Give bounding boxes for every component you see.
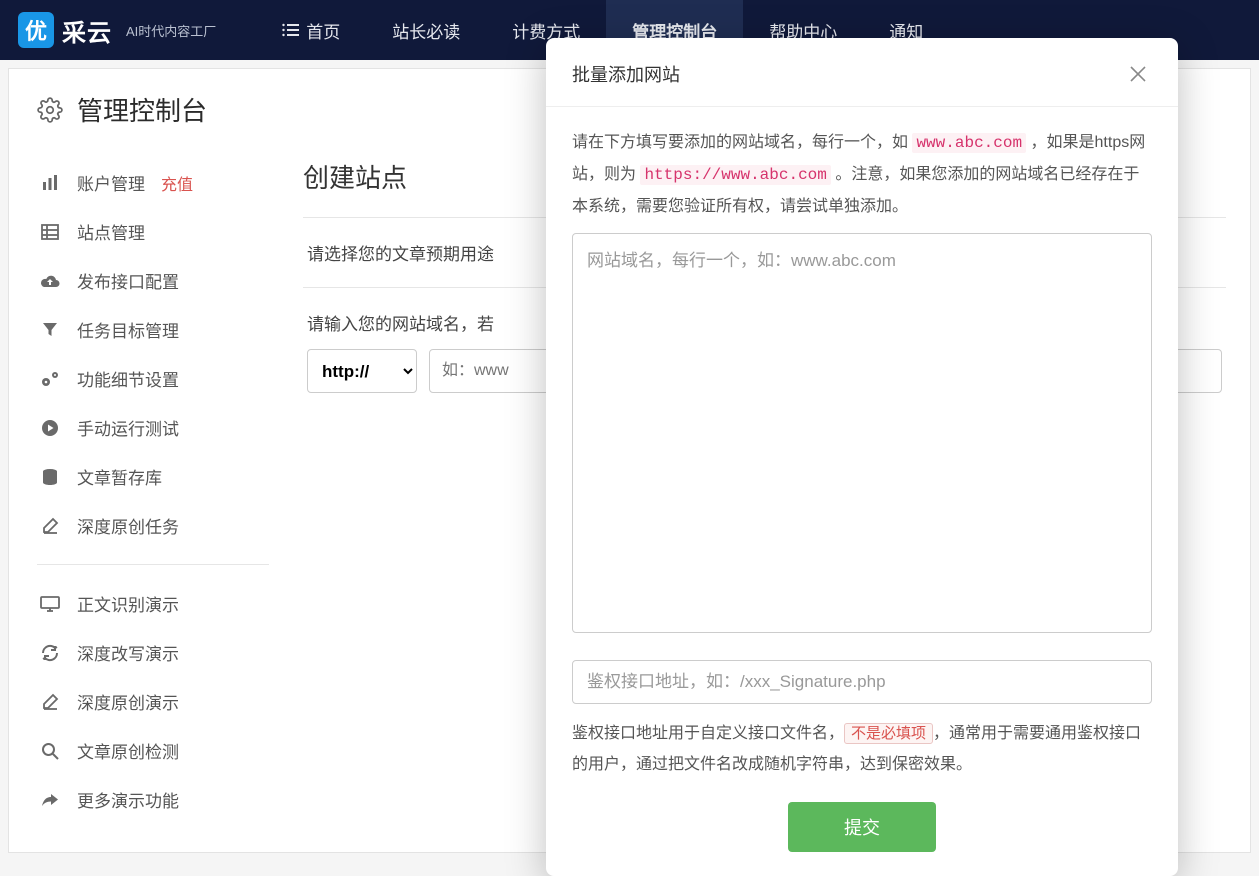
sidebar-item-article-store[interactable]: 文章暂存库	[33, 452, 273, 501]
sidebar-item-label: 正文识别演示	[77, 591, 179, 616]
sidebar-item-label: 发布接口配置	[77, 268, 179, 293]
refresh-icon	[39, 644, 61, 662]
modal-body: 请在下方填写要添加的网站域名，每行一个，如 www.abc.com ，如果是ht…	[546, 107, 1178, 876]
filter-icon	[39, 322, 61, 338]
modal-actions: 提交	[572, 802, 1152, 852]
protocol-select[interactable]: http://	[307, 349, 417, 393]
domains-textarea[interactable]	[572, 233, 1152, 633]
sidebar-item-label: 功能细节设置	[77, 366, 179, 391]
logo-text: 采云	[62, 13, 112, 48]
sidebar-item-more-demo[interactable]: 更多演示功能	[33, 775, 273, 824]
sidebar-item-body-detect-demo[interactable]: 正文识别演示	[33, 579, 273, 628]
sidebar-item-rewrite-demo[interactable]: 深度改写演示	[33, 628, 273, 677]
code-example-2: https://www.abc.com	[640, 165, 830, 185]
cogs-icon	[39, 370, 61, 388]
sidebar-item-original-demo[interactable]: 深度原创演示	[33, 677, 273, 726]
gear-icon	[37, 97, 63, 123]
nav-webmaster[interactable]: 站长必读	[366, 0, 486, 60]
close-icon[interactable]	[1124, 60, 1152, 88]
sidebar-item-label: 站点管理	[77, 219, 145, 244]
bar-chart-icon	[39, 174, 61, 192]
edit-icon	[39, 693, 61, 711]
modal-header: 批量添加网站	[546, 38, 1178, 107]
sidebar-item-manual-run[interactable]: 手动运行测试	[33, 403, 273, 452]
sidebar-item-plagiarism-check[interactable]: 文章原创检测	[33, 726, 273, 775]
sidebar-item-label: 文章原创检测	[77, 738, 179, 763]
modal-description: 请在下方填写要添加的网站域名，每行一个，如 www.abc.com ，如果是ht…	[572, 127, 1152, 223]
code-example-1: www.abc.com	[912, 133, 1026, 153]
sidebar-item-tasks[interactable]: 任务目标管理	[33, 305, 273, 354]
recharge-badge: 充值	[161, 171, 193, 195]
auth-help-note: 鉴权接口地址用于自定义接口文件名，不是必填项，通常用于需要通用鉴权接口的用户，通…	[572, 718, 1152, 780]
nav-label: 站长必读	[392, 18, 460, 43]
modal-title: 批量添加网站	[572, 61, 680, 87]
sidebar-item-account[interactable]: 账户管理 充值	[33, 158, 273, 207]
auth-url-input[interactable]	[572, 660, 1152, 704]
nav-home[interactable]: 首页	[256, 0, 366, 60]
play-circle-icon	[39, 419, 61, 437]
sidebar-item-label: 深度原创演示	[77, 689, 179, 714]
page-title: 管理控制台	[77, 91, 207, 128]
note-text: 鉴权接口地址用于自定义接口文件名，	[572, 725, 844, 742]
optional-badge: 不是必填项	[844, 723, 933, 744]
share-icon	[39, 792, 61, 808]
logo-subtitle: AI时代内容工厂	[126, 21, 216, 40]
nav-label: 首页	[306, 18, 340, 43]
submit-button[interactable]: 提交	[788, 802, 936, 852]
sidebar-item-deep-original-task[interactable]: 深度原创任务	[33, 501, 273, 550]
form-label: 请选择您的文章预期用途	[307, 245, 494, 264]
logo-badge: 优	[18, 12, 54, 48]
sidebar-item-label: 账户管理	[77, 170, 145, 195]
desc-text: 请在下方填写要添加的网站域名，每行一个，如	[572, 134, 912, 151]
sidebar-item-label: 文章暂存库	[77, 464, 162, 489]
monitor-icon	[39, 596, 61, 612]
sidebar-item-settings[interactable]: 功能细节设置	[33, 354, 273, 403]
search-icon	[39, 742, 61, 760]
sidebar-item-sites[interactable]: 站点管理	[33, 207, 273, 256]
sidebar-item-label: 更多演示功能	[77, 787, 179, 812]
database-icon	[39, 468, 61, 486]
cloud-upload-icon	[39, 273, 61, 289]
sidebar-item-label: 任务目标管理	[77, 317, 179, 342]
grid-icon	[39, 223, 61, 241]
list-icon	[282, 23, 300, 37]
sidebar-item-label: 深度改写演示	[77, 640, 179, 665]
sidebar-item-label: 深度原创任务	[77, 513, 179, 538]
logo[interactable]: 优 采云 AI时代内容工厂	[18, 12, 216, 48]
sidebar-item-label: 手动运行测试	[77, 415, 179, 440]
sidebar-divider	[37, 564, 269, 565]
modal-batch-add: 批量添加网站 请在下方填写要添加的网站域名，每行一个，如 www.abc.com…	[546, 38, 1178, 876]
sidebar: 账户管理 充值 站点管理 发布接口配置	[33, 158, 303, 824]
edit-icon	[39, 517, 61, 535]
sidebar-item-publish-api[interactable]: 发布接口配置	[33, 256, 273, 305]
